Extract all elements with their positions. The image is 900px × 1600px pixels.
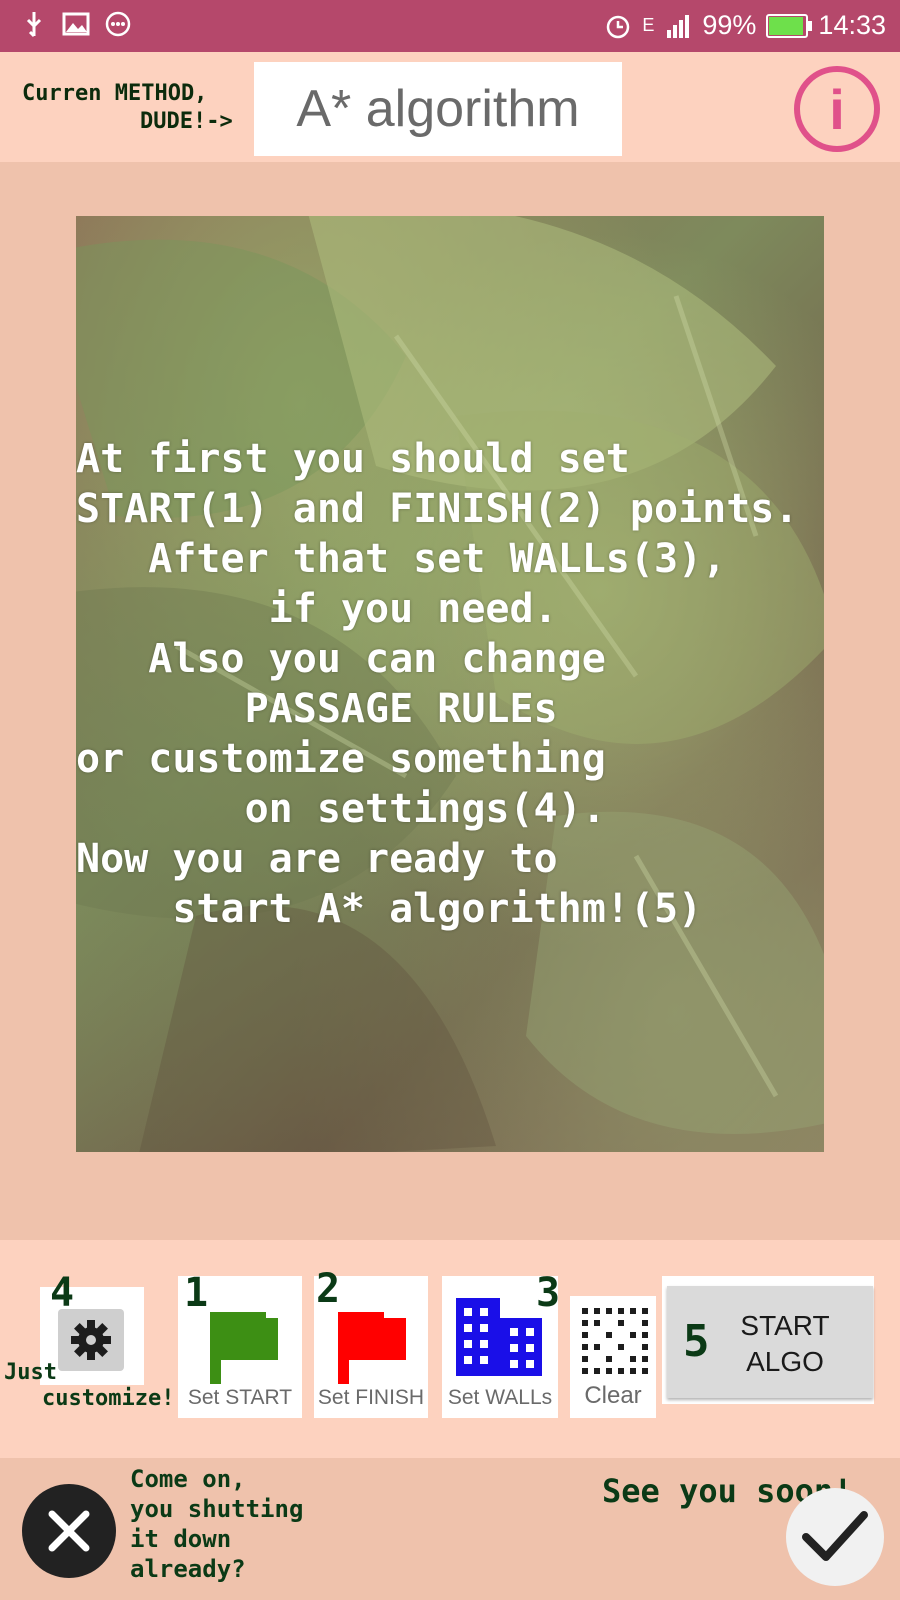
method-label: Curren METHOD, DUDE!-> xyxy=(22,80,242,136)
red-flag-icon xyxy=(338,1312,406,1384)
header: Curren METHOD, DUDE!-> A* algorithm i xyxy=(0,52,900,162)
instructions-panel: At first you should set START(1) and FIN… xyxy=(76,216,824,1152)
status-bar-notifications xyxy=(20,10,132,38)
start-algo-label: START ALGO xyxy=(725,1308,845,1380)
battery-icon xyxy=(766,13,813,38)
method-label-line1: Curren METHOD, xyxy=(22,81,208,106)
signal-icon xyxy=(664,12,692,40)
toolbar: 4 Just customize! Set START 1 Set FINISH… xyxy=(0,1240,900,1458)
start-algo-line2: ALGO xyxy=(746,1346,824,1377)
set-start-number: 1 xyxy=(184,1270,209,1316)
building-icon xyxy=(456,1298,542,1376)
settings-caption: Just customize! xyxy=(4,1360,174,1412)
footer: Come on, you shutting it down already? S… xyxy=(0,1458,900,1600)
status-bar-system: E 99% 14:33 xyxy=(604,10,886,41)
start-algo-surface: 5 START ALGO xyxy=(667,1286,873,1398)
clear-label: Clear xyxy=(584,1382,642,1409)
set-finish-number: 2 xyxy=(316,1266,341,1312)
clear-button[interactable]: Clear xyxy=(570,1296,656,1418)
image-icon xyxy=(62,10,90,38)
more-icon xyxy=(104,10,132,38)
usb-icon xyxy=(20,10,48,38)
set-walls-label: Set WALLs xyxy=(447,1386,553,1409)
settings-caption-line1: Just xyxy=(4,1360,57,1385)
close-icon[interactable] xyxy=(22,1484,116,1578)
battery-percent: 99% xyxy=(702,10,757,40)
dotted-grid-icon xyxy=(582,1308,648,1374)
network-type: E xyxy=(642,15,655,35)
set-start-label: Set START xyxy=(187,1386,293,1409)
settings-number: 4 xyxy=(50,1270,75,1316)
clock: 14:33 xyxy=(818,10,886,40)
start-algo-line1: START xyxy=(740,1310,830,1341)
method-label-line2: DUDE!-> xyxy=(140,109,233,134)
current-method-selector[interactable]: A* algorithm xyxy=(254,62,622,156)
instructions-text: At first you should set START(1) and FIN… xyxy=(76,436,799,932)
green-flag-icon xyxy=(210,1312,278,1384)
alarm-icon xyxy=(604,12,632,40)
checkmark-icon[interactable] xyxy=(786,1488,884,1586)
set-finish-label: Set FINISH xyxy=(317,1386,425,1409)
exit-prompt-text: Come on, you shutting it down already? xyxy=(130,1465,304,1583)
set-walls-number: 3 xyxy=(536,1270,561,1316)
status-bar: E 99% 14:33 xyxy=(0,0,900,52)
settings-caption-line2: customize! xyxy=(42,1386,175,1411)
info-icon[interactable]: i xyxy=(794,66,880,152)
start-algo-number: 5 xyxy=(683,1316,710,1367)
start-algo-button[interactable]: 5 START ALGO xyxy=(662,1276,874,1404)
